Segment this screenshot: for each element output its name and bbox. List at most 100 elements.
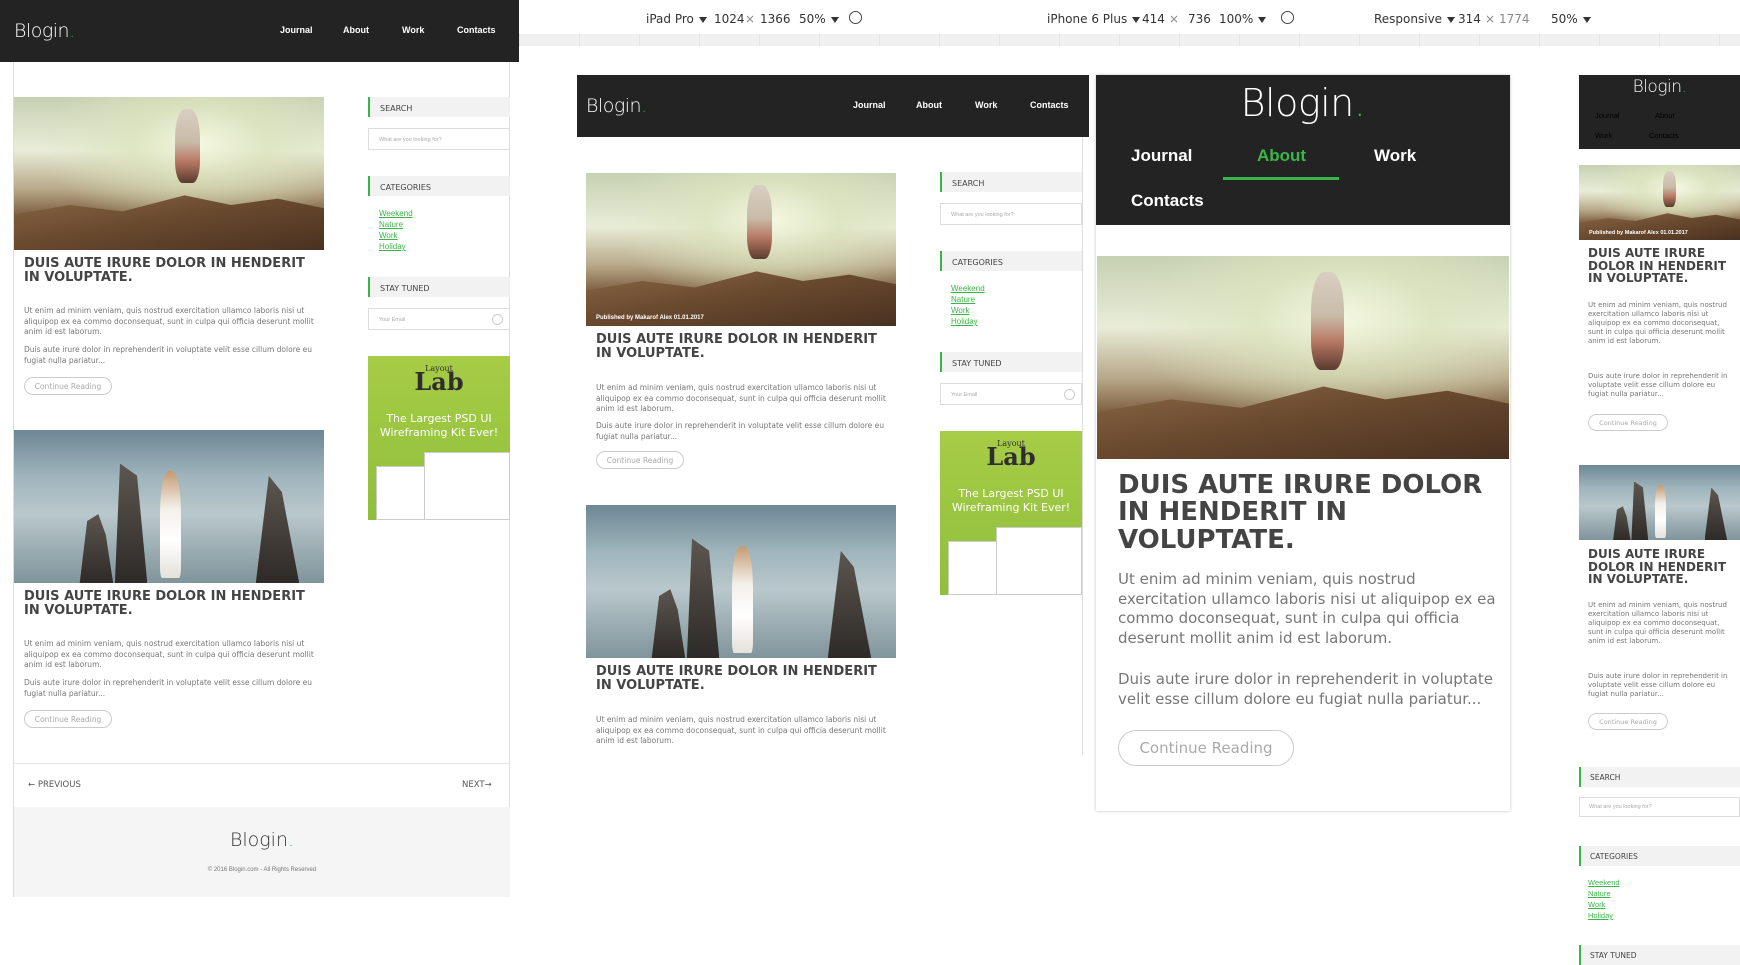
continue-reading-button[interactable]: Continue Reading: [1118, 730, 1294, 766]
search-input[interactable]: What are you looking for?: [940, 203, 1082, 225]
logo-dot: .: [641, 95, 647, 117]
continue-reading-button[interactable]: Continue Reading: [24, 377, 112, 395]
category-link[interactable]: Work: [379, 230, 413, 241]
category-link[interactable]: Work: [1588, 899, 1620, 910]
prev-link[interactable]: ← PREVIOUS: [28, 780, 81, 790]
category-link[interactable]: Weekend: [1588, 877, 1620, 888]
tree-stump: [255, 475, 300, 583]
ad-screenshot: [424, 452, 510, 520]
logo-dot: .: [1353, 81, 1366, 125]
submit-arrow-icon[interactable]: [1064, 389, 1075, 400]
logo-dot: .: [288, 829, 295, 851]
nav-journal[interactable]: Journal: [1131, 146, 1192, 166]
responsive-header: Blogin. Journal About Work Contacts: [1579, 75, 1740, 149]
ad-logo: Layout Lab: [414, 364, 464, 396]
category-link[interactable]: Holiday: [951, 316, 985, 327]
iphone-height-input[interactable]: 736: [1188, 12, 1211, 26]
post-title[interactable]: DUIS AUTE IRURE DOLOR IN HENDERIT IN VOL…: [596, 665, 886, 692]
continue-reading-button[interactable]: Continue Reading: [1588, 414, 1668, 431]
post-title[interactable]: DUIS AUTE IRURE DOLOR IN HENDERIT IN VOL…: [1588, 548, 1736, 586]
nav-about[interactable]: About: [343, 25, 369, 35]
ipad-width-input[interactable]: 1024: [714, 12, 745, 26]
rotate-icon[interactable]: [1281, 11, 1294, 24]
nav-work[interactable]: Work: [975, 100, 997, 110]
category-link[interactable]: Weekend: [379, 208, 413, 219]
post-image[interactable]: Published by Makarof Alex 01.01.2017: [1579, 165, 1740, 240]
ipad-device-select[interactable]: iPad Pro: [646, 12, 707, 26]
nav-contacts[interactable]: Contacts: [1030, 100, 1069, 110]
post-title[interactable]: DUIS AUTE IRURE DOLOR IN HENDERIT IN VOL…: [24, 590, 314, 617]
footer: Blogin. © 2016 Blogin.com - All Rights R…: [14, 807, 510, 897]
post-image[interactable]: [586, 505, 896, 658]
post-image[interactable]: [14, 430, 324, 583]
nav-work[interactable]: Work: [1374, 146, 1416, 166]
category-list: Weekend Nature Work Holiday: [951, 283, 985, 327]
pagination-divider: [14, 763, 510, 764]
footer-logo[interactable]: Blogin.: [14, 829, 510, 851]
responsive-width-input[interactable]: 314: [1458, 12, 1481, 26]
sidebar-stay-tuned-title: Stay Tuned: [368, 277, 510, 297]
continue-reading-button[interactable]: Continue Reading: [596, 451, 684, 469]
post-image[interactable]: [14, 97, 324, 250]
nav-work[interactable]: Work: [402, 25, 424, 35]
nav-about[interactable]: About: [916, 100, 942, 110]
ad-banner[interactable]: Layout Lab The Largest PSD UI Wireframing…: [368, 356, 510, 520]
nav-journal[interactable]: Journal: [1595, 111, 1620, 120]
responsive-device-select[interactable]: Responsive: [1374, 12, 1456, 26]
responsive-zoom-select[interactable]: 50%: [1551, 12, 1591, 26]
category-link[interactable]: Nature: [379, 219, 413, 230]
email-placeholder: Your Email: [379, 317, 406, 323]
post-title[interactable]: DUIS AUTE IRURE DOLOR IN HENDERIT IN VOL…: [1588, 247, 1736, 285]
category-link[interactable]: Nature: [1588, 888, 1620, 899]
dim-separator: ×: [1169, 12, 1180, 26]
email-input[interactable]: Your Email: [940, 383, 1082, 405]
post-excerpt-2: Duis aute irure dolor in reprehenderit i…: [24, 678, 312, 698]
submit-arrow-icon[interactable]: [492, 314, 503, 325]
search-input[interactable]: What are you looking for?: [1579, 797, 1740, 817]
nav-contacts[interactable]: Contacts: [457, 25, 496, 35]
next-link[interactable]: NEXT→: [462, 780, 492, 790]
search-input[interactable]: What are you looking for?: [368, 128, 510, 150]
sidebar-categories-title: Categories: [940, 251, 1082, 271]
ad-screenshot: [996, 527, 1082, 595]
tree-stump: [79, 514, 114, 583]
category-link[interactable]: Nature: [951, 294, 985, 305]
ipad-height-input[interactable]: 1366: [760, 12, 791, 26]
nav-about[interactable]: About: [1257, 146, 1306, 166]
category-link[interactable]: Work: [951, 305, 985, 316]
nav-journal[interactable]: Journal: [853, 100, 886, 110]
site-logo[interactable]: Blogin.: [586, 95, 647, 117]
post-title[interactable]: DUIS AUTE IRURE DOLOR IN HENDERIT IN VOL…: [596, 333, 886, 360]
nav-work[interactable]: Work: [1595, 131, 1612, 140]
nav-contacts[interactable]: Contacts: [1649, 131, 1679, 140]
rotate-icon[interactable]: [849, 11, 862, 24]
iphone-device-select[interactable]: iPhone 6 Plus: [1047, 12, 1141, 26]
nav-contacts[interactable]: Contacts: [1131, 191, 1204, 211]
post-title[interactable]: DUIS AUTE IRURE DOLOR IN HENDERIT IN VOL…: [1118, 471, 1498, 554]
post-image[interactable]: [1579, 465, 1740, 540]
iphone-width-input[interactable]: 414: [1142, 12, 1165, 26]
post-title[interactable]: DUIS AUTE IRURE DOLOR IN HENDERIT IN VOL…: [24, 257, 314, 284]
site-logo[interactable]: Blogin.: [1096, 81, 1510, 125]
iphone-zoom-select[interactable]: 100%: [1219, 12, 1267, 26]
post-image[interactable]: Published by Makarof Alex 01.01.2017: [586, 173, 896, 326]
dim-separator: ×: [745, 12, 756, 26]
tree-stump: [827, 550, 872, 658]
ipad-zoom-select[interactable]: 50%: [799, 12, 839, 26]
email-input[interactable]: Your Email: [368, 308, 510, 330]
continue-reading-button[interactable]: Continue Reading: [1588, 713, 1668, 730]
ad-banner[interactable]: Layout Lab The Largest PSD UI Wireframing…: [940, 431, 1082, 595]
category-link[interactable]: Holiday: [379, 241, 413, 252]
continue-reading-button[interactable]: Continue Reading: [24, 710, 112, 728]
jumping-person: [747, 185, 772, 259]
responsive-height-input[interactable]: 1774: [1499, 12, 1530, 26]
post-image[interactable]: [1097, 256, 1509, 459]
site-logo[interactable]: Blogin.: [14, 20, 75, 42]
category-link[interactable]: Holiday: [1588, 910, 1620, 921]
jumping-person: [175, 109, 200, 183]
post-excerpt-2: Duis aute irure dolor in reprehenderit i…: [1118, 670, 1493, 708]
category-link[interactable]: Weekend: [951, 283, 985, 294]
nav-about[interactable]: About: [1655, 111, 1675, 120]
site-logo[interactable]: Blogin.: [1579, 77, 1740, 97]
nav-journal[interactable]: Journal: [280, 25, 313, 35]
